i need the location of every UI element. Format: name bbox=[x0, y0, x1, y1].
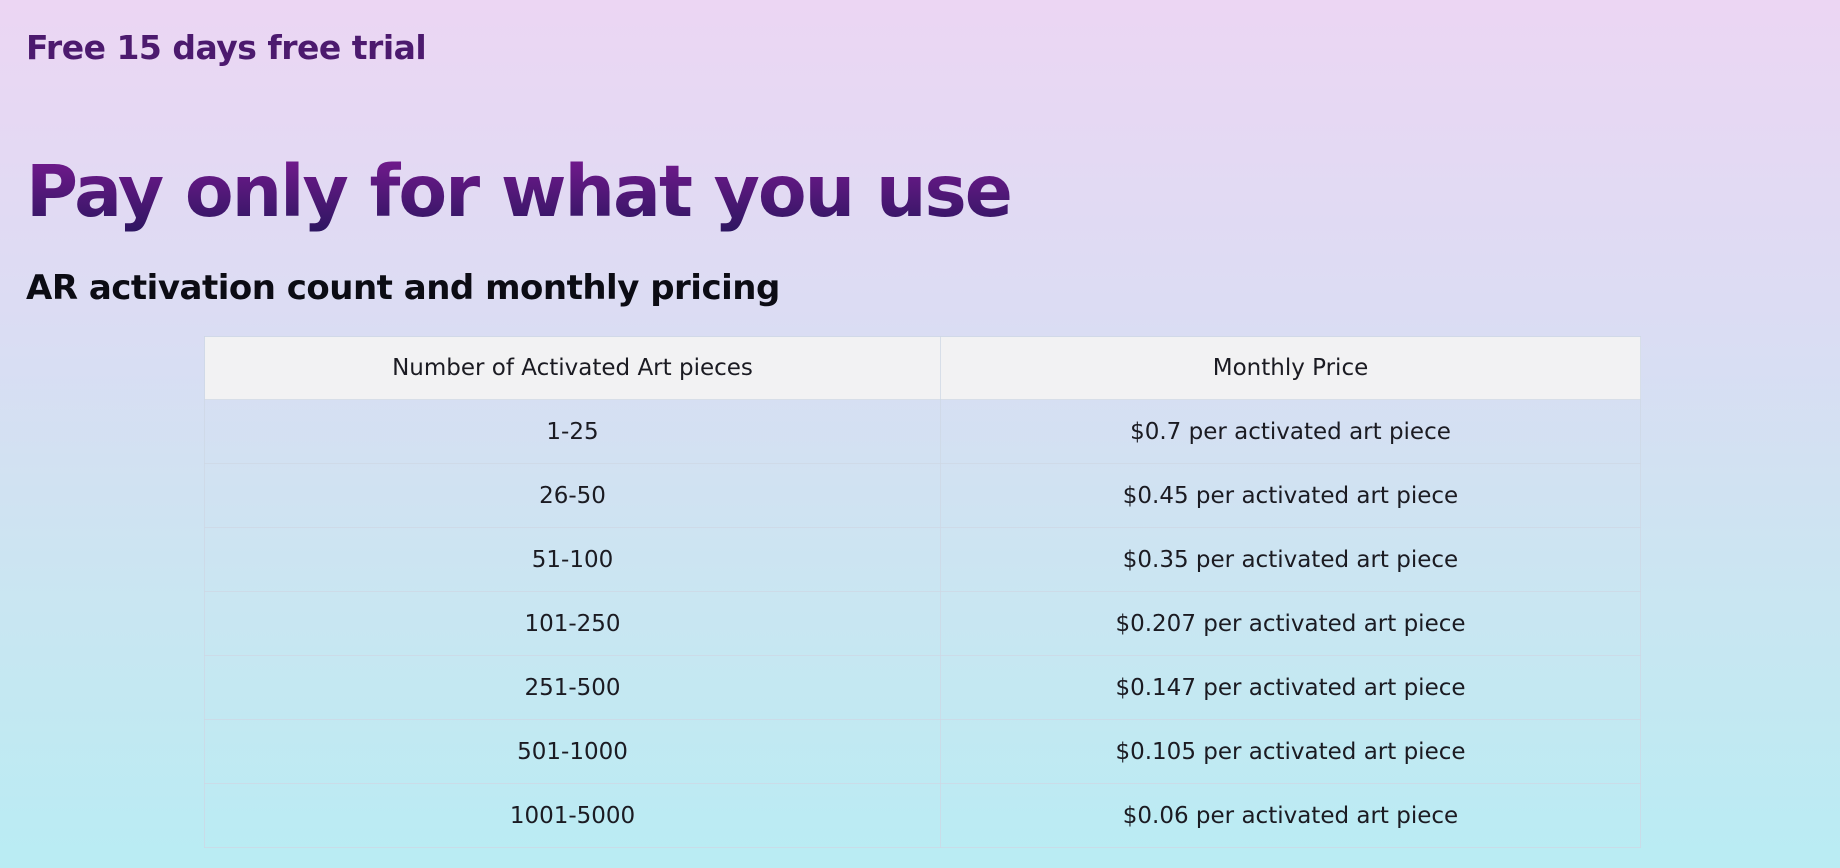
tier-price: $0.7 per activated art piece bbox=[940, 399, 1641, 464]
table-row: 101-250 $0.207 per activated art piece bbox=[204, 591, 1641, 656]
table-row: 501-1000 $0.105 per activated art piece bbox=[204, 719, 1641, 784]
table-header-row: Number of Activated Art pieces Monthly P… bbox=[204, 336, 1641, 400]
table-row: 26-50 $0.45 per activated art piece bbox=[204, 463, 1641, 528]
table-row: 1001-5000 $0.06 per activated art piece bbox=[204, 783, 1641, 848]
column-header-monthly-price: Monthly Price bbox=[940, 336, 1641, 400]
tier-price: $0.06 per activated art piece bbox=[940, 783, 1641, 848]
page-headline: Pay only for what you use bbox=[26, 150, 1013, 233]
tier-range: 501-1000 bbox=[204, 719, 941, 784]
tier-price: $0.35 per activated art piece bbox=[940, 527, 1641, 592]
tier-range: 251-500 bbox=[204, 655, 941, 720]
pricing-subheading: AR activation count and monthly pricing bbox=[26, 268, 780, 308]
tier-price: $0.105 per activated art piece bbox=[940, 719, 1641, 784]
table-row: 1-25 $0.7 per activated art piece bbox=[204, 399, 1641, 464]
table-row: 251-500 $0.147 per activated art piece bbox=[204, 655, 1641, 720]
pricing-table: Number of Activated Art pieces Monthly P… bbox=[204, 336, 1641, 848]
tier-price: $0.147 per activated art piece bbox=[940, 655, 1641, 720]
trial-banner: Free 15 days free trial bbox=[26, 28, 427, 67]
tier-range: 26-50 bbox=[204, 463, 941, 528]
table-row: 51-100 $0.35 per activated art piece bbox=[204, 527, 1641, 592]
tier-price: $0.207 per activated art piece bbox=[940, 591, 1641, 656]
column-header-art-pieces: Number of Activated Art pieces bbox=[204, 336, 941, 400]
tier-range: 1-25 bbox=[204, 399, 941, 464]
tier-range: 51-100 bbox=[204, 527, 941, 592]
tier-range: 1001-5000 bbox=[204, 783, 941, 848]
tier-price: $0.45 per activated art piece bbox=[940, 463, 1641, 528]
tier-range: 101-250 bbox=[204, 591, 941, 656]
